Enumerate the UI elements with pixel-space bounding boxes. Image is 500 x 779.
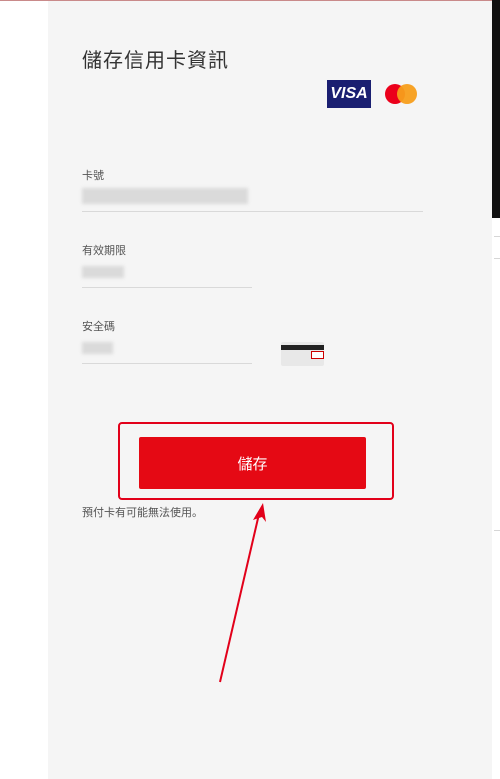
expiry-label: 有效期限 bbox=[82, 244, 126, 257]
cvv-card-icon bbox=[281, 342, 324, 366]
cvv-underline bbox=[82, 363, 252, 364]
mastercard-logo bbox=[385, 84, 417, 104]
visa-logo: VISA bbox=[327, 80, 371, 108]
prepaid-card-note: 預付卡有可能無法使用。 bbox=[82, 506, 203, 519]
mastercard-orange-circle bbox=[397, 84, 417, 104]
save-button[interactable]: 儲存 bbox=[139, 437, 366, 489]
cvv-label: 安全碼 bbox=[82, 320, 115, 333]
expiry-value-redacted bbox=[82, 266, 124, 278]
card-number-underline bbox=[82, 211, 423, 212]
card-number-label: 卡號 bbox=[82, 169, 104, 182]
expiry-underline bbox=[82, 287, 252, 288]
right-edge-tick bbox=[494, 530, 500, 531]
right-edge-tick bbox=[494, 258, 500, 259]
left-background bbox=[0, 1, 48, 779]
page-title: 儲存信用卡資訊 bbox=[82, 48, 229, 72]
right-edge-tick bbox=[494, 236, 500, 237]
right-dark-edge bbox=[492, 0, 500, 218]
card-number-value-redacted bbox=[82, 188, 248, 204]
payment-panel bbox=[48, 1, 492, 779]
magnetic-stripe bbox=[281, 345, 324, 350]
cvv-value-redacted bbox=[82, 342, 113, 354]
cvv-highlight-box bbox=[311, 351, 324, 359]
